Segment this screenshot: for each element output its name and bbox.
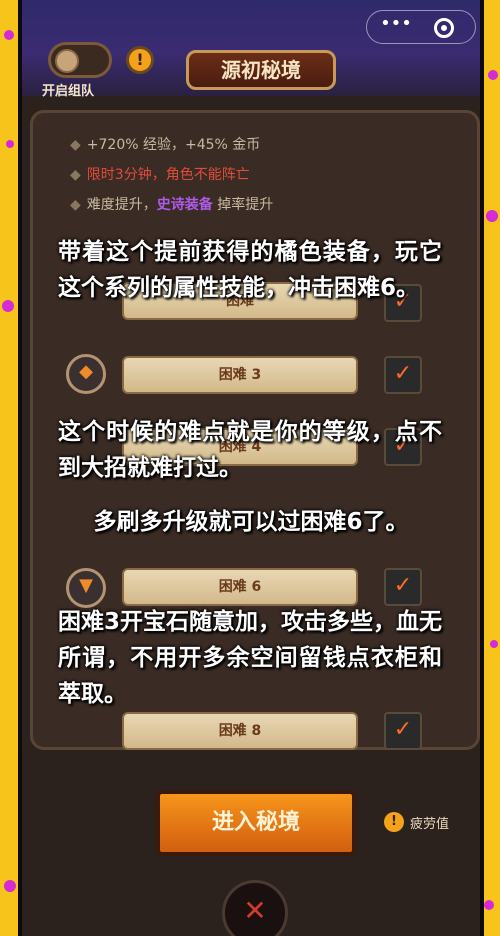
epic-gear-text: 史诗装备 — [156, 197, 213, 213]
diamond-icon: ◆ — [70, 137, 81, 153]
close-miniapp-icon[interactable] — [434, 18, 454, 38]
checkbox[interactable]: ✓ — [384, 568, 422, 606]
caption-paragraph: 多刷多升级就可以过困难6了。 — [93, 509, 409, 535]
bonus-text: 限时3分钟，角色不能阵亡 — [86, 167, 250, 183]
bonus-line: ◆ +720% 经验，+45% 金币 — [70, 134, 260, 154]
checkbox[interactable]: ✓ — [384, 712, 422, 750]
bonus-text: +720% 经验，+45% 金币 — [86, 137, 261, 153]
checkbox[interactable]: ✓ — [384, 356, 422, 394]
toggle-knob — [55, 49, 79, 73]
info-icon[interactable]: ! — [126, 46, 154, 74]
more-icon[interactable]: ••• — [374, 15, 418, 36]
background-dot — [490, 640, 498, 648]
background-dot — [486, 210, 498, 222]
medal-icon: ◆ — [66, 354, 106, 394]
bonus-text: 难度提升， — [86, 197, 157, 213]
diamond-icon: ◆ — [70, 197, 81, 213]
bonus-text: 掉率提升 — [212, 197, 274, 213]
background-dot — [2, 300, 14, 312]
page-title: 源初秘境 — [186, 50, 336, 90]
caption-paragraph: 带着这个提前获得的橘色装备，玩它这个系列的属性技能，冲击困难6。 — [58, 239, 442, 301]
fatigue-label: 疲劳值 — [410, 817, 450, 832]
team-toggle[interactable] — [48, 42, 112, 78]
background-dot — [4, 880, 16, 892]
caption-paragraph: 这个时候的难点就是你的等级，点不到大招就难打过。 — [58, 419, 442, 481]
caption-paragraph: 困难3开宝石随意加，攻击多些，血无所谓，不用开多余空间留钱点衣柜和萃取。 — [58, 609, 443, 707]
fatigue-icon[interactable]: ! — [384, 812, 404, 832]
difficulty-row[interactable]: 困难 8 — [122, 712, 358, 750]
difficulty-row[interactable]: 困难 3 — [122, 356, 358, 394]
background-dot — [6, 140, 14, 148]
background-dot — [488, 70, 498, 80]
difficulty-row[interactable]: 困难 6 — [122, 568, 358, 606]
enter-realm-button[interactable]: 进入秘境 — [156, 790, 356, 856]
background-dot — [4, 30, 14, 40]
team-toggle-label: 开启组队 — [42, 84, 95, 99]
bonus-line: ◆ 限时3分钟，角色不能阵亡 — [70, 164, 250, 184]
crossed-swords-icon[interactable]: ✕ — [222, 880, 288, 936]
armor-icon: ▼ — [66, 568, 106, 608]
bonus-line: ◆ 难度提升，史诗装备 掉率提升 — [70, 194, 273, 214]
diamond-icon: ◆ — [70, 167, 81, 183]
background-dot — [484, 900, 494, 910]
